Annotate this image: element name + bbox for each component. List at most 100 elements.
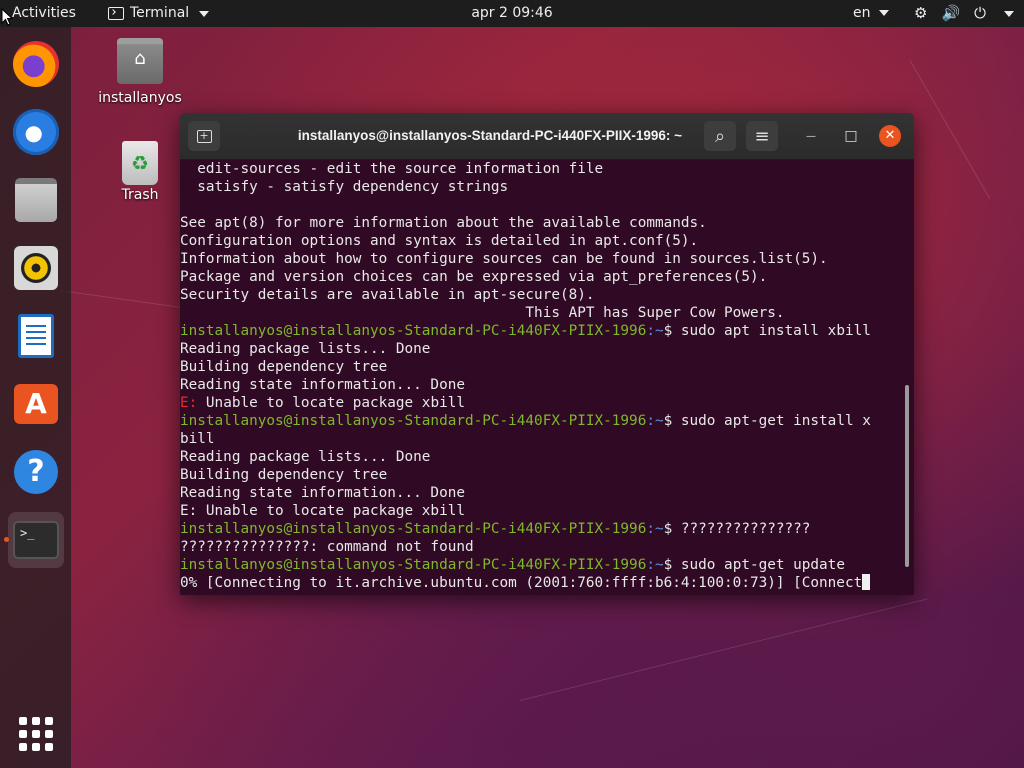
command-text: $ ??????????????? [663,521,811,537]
search-button[interactable]: ⌕ [704,121,736,151]
wallpaper-line [519,598,928,701]
prompt-user-host: installanyos@installanyos-Standard-PC-i4… [180,323,647,339]
dock-item-thunderbird[interactable] [8,104,64,160]
prompt-path: :~ [646,557,664,573]
hamburger-menu-icon: ≡ [754,125,770,147]
files-icon [15,178,57,222]
prompt-path: :~ [646,521,664,537]
window-title: installanyos@installanyos-Standard-PC-i4… [297,128,683,143]
top-bar: Activities Terminal apr 2 09:46 en ⚙ 🔊 ⏻ [0,0,1024,27]
terminal-line: Building dependency tree [180,359,388,375]
close-icon: ✕ [884,128,896,143]
terminal-line: Building dependency tree [180,467,388,483]
prompt-path: :~ [646,323,664,339]
terminal-line: edit-sources - edit the source informati… [180,161,604,177]
trash-icon: ♻ [122,141,158,185]
clock[interactable]: apr 2 09:46 [471,5,552,21]
text-cursor [862,574,871,590]
command-text: $ sudo apt-get update [663,557,845,573]
rhythmbox-icon [14,246,58,290]
chevron-down-icon [199,10,210,17]
new-tab-icon: + [196,129,212,143]
maximize-button[interactable]: □ [836,121,866,151]
desktop-home-label: installanyos [98,90,182,106]
dock-item-software[interactable]: A [8,376,64,432]
power-icon: ⏻ [974,4,987,22]
terminal-error-line: E: Unable to locate package xbill [180,394,904,412]
dock-item-terminal[interactable]: >_ [8,512,64,568]
close-button[interactable]: ✕ [879,125,901,147]
terminal-line: Package and version choices can be expre… [180,269,768,285]
terminal-prompt-line: installanyos@installanyos-Standard-PC-i4… [180,520,904,538]
progress-text: 0% [Connecting to it.archive.ubuntu.com … [180,575,863,591]
terminal-line: Reading state information... Done [180,377,465,393]
software-icon: A [14,384,58,424]
activities-button[interactable]: Activities [12,0,76,27]
chevron-down-icon [878,10,889,16]
terminal-line: See apt(8) for more information about th… [180,215,707,231]
mouse-pointer-icon [1,8,13,26]
search-icon: ⌕ [714,125,726,147]
terminal-line: Reading package lists... Done [180,341,431,357]
menu-button[interactable]: ≡ [746,121,778,151]
dock-item-files[interactable] [8,172,64,228]
terminal-prompt-line: installanyos@installanyos-Standard-PC-i4… [180,412,904,430]
system-menu[interactable]: ⚙ 🔊 ⏻ [914,0,1015,27]
writer-icon [18,314,54,358]
show-applications-button[interactable] [19,717,53,751]
minimize-icon: — [806,130,816,142]
dock-item-rhythmbox[interactable] [8,240,64,296]
dock-item-writer[interactable] [8,308,64,364]
home-folder-icon [117,38,163,84]
terminal-scrollbar[interactable] [905,385,909,567]
prompt-user-host: installanyos@installanyos-Standard-PC-i4… [180,413,647,429]
terminal-line: Security details are available in apt-se… [180,287,595,303]
desktop-trash[interactable]: ♻ Trash [108,141,172,203]
desktop-home-folder[interactable]: installanyos [98,38,182,106]
terminal-prompt-line: installanyos@installanyos-Standard-PC-i4… [180,556,904,574]
terminal-line: bill [180,431,215,447]
window-titlebar[interactable]: + installanyos@installanyos-Standard-PC-… [180,113,914,160]
dock: A ? >_ [0,27,71,768]
terminal-line: This APT has Super Cow Powers. [180,305,785,321]
terminal-line: Reading state information... Done [180,485,465,501]
maximize-icon: □ [844,128,858,144]
command-text: $ sudo apt-get install x [663,413,871,429]
terminal-line: 0% [Connecting to it.archive.ubuntu.com … [180,574,904,592]
language-menu[interactable]: en [853,0,889,27]
error-text: Unable to locate package xbill [197,395,465,411]
terminal-line: Information about how to configure sourc… [180,251,828,267]
dock-item-help[interactable]: ? [8,444,64,500]
terminal-prompt-line: installanyos@installanyos-Standard-PC-i4… [180,322,904,340]
dock-item-firefox[interactable] [8,36,64,92]
desktop-trash-label: Trash [121,187,159,203]
app-menu-label: Terminal [130,5,190,21]
prompt-path: :~ [646,413,664,429]
thunderbird-icon [13,109,59,155]
terminal-line: E: Unable to locate package xbill [180,503,465,519]
terminal-line: ???????????????: command not found [180,539,474,555]
chevron-down-icon [1004,10,1015,17]
prompt-user-host: installanyos@installanyos-Standard-PC-i4… [180,557,647,573]
wallpaper-line [909,60,991,200]
terminal-window: + installanyos@installanyos-Standard-PC-… [180,113,914,595]
volume-icon: 🔊 [941,4,961,22]
minimize-button[interactable]: — [796,121,826,151]
terminal-output[interactable]: edit-sources - edit the source informati… [180,160,904,595]
terminal-line: Reading package lists... Done [180,449,431,465]
terminal-line: Configuration options and syntax is deta… [180,233,699,249]
running-indicator [4,537,9,542]
terminal-icon [108,7,124,20]
language-label: en [853,5,871,21]
error-prefix: E: [180,395,198,411]
terminal-line: satisfy - satisfy dependency strings [180,179,509,195]
command-text: $ sudo apt install xbill [663,323,871,339]
firefox-icon [13,41,59,87]
help-icon: ? [14,450,58,494]
terminal-icon: >_ [13,521,59,559]
network-icon: ⚙ [914,4,928,22]
prompt-user-host: installanyos@installanyos-Standard-PC-i4… [180,521,647,537]
new-tab-button[interactable]: + [188,121,220,151]
app-menu[interactable]: Terminal [108,0,210,27]
